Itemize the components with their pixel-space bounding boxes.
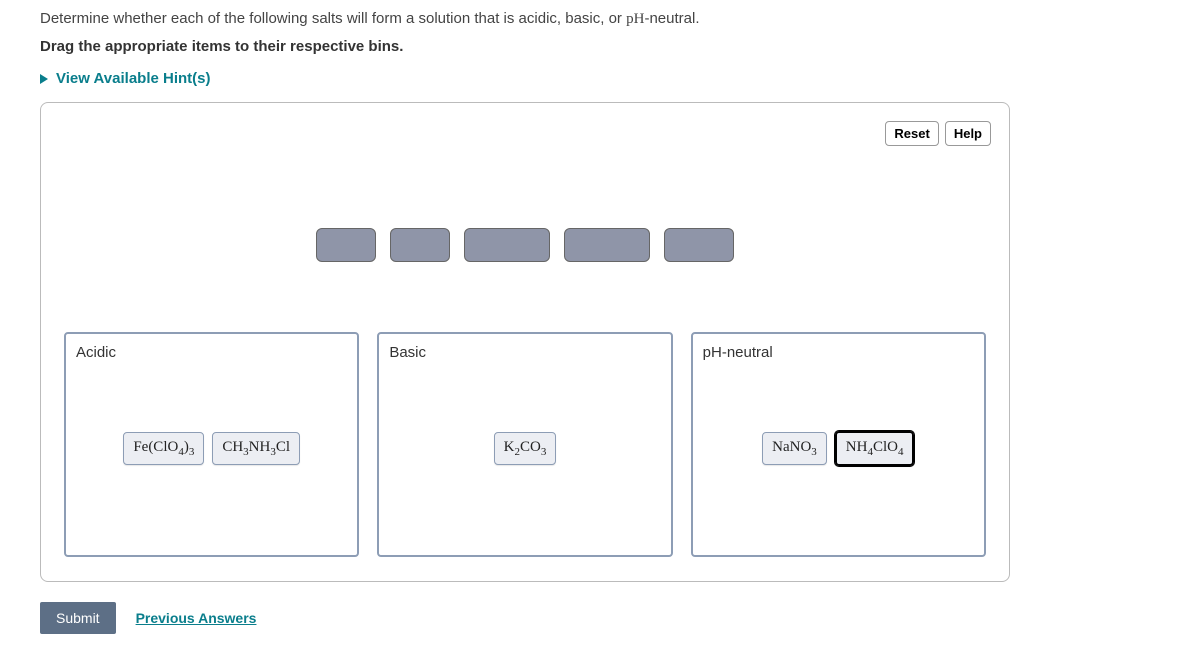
question-after: -neutral. <box>644 10 699 27</box>
source-slots <box>56 228 994 262</box>
question-before: Determine whether each of the following … <box>40 10 626 27</box>
help-button[interactable]: Help <box>945 121 991 146</box>
chip-potassium-carbonate[interactable]: K2CO3 <box>494 432 557 465</box>
ph-term: pH <box>626 11 644 27</box>
hints-label: View Available Hint(s) <box>56 70 211 87</box>
empty-slot[interactable] <box>664 228 734 262</box>
empty-slot[interactable] <box>316 228 376 262</box>
chip-sodium-nitrate[interactable]: NaNO3 <box>762 432 827 465</box>
chip-methylammonium-chloride[interactable]: CH3NH3Cl <box>212 432 300 465</box>
empty-slot[interactable] <box>464 228 550 262</box>
previous-answers-link[interactable]: Previous Answers <box>136 610 257 626</box>
bin-basic-label: Basic <box>389 344 660 361</box>
view-hints-toggle[interactable]: View Available Hint(s) <box>40 70 211 87</box>
bin-acidic-items: Fe(ClO4)3CH3NH3Cl <box>76 371 347 526</box>
chip-iron-perchlorate[interactable]: Fe(ClO4)3 <box>123 432 204 465</box>
triangle-right-icon <box>40 74 48 84</box>
question-text: Determine whether each of the following … <box>40 10 1160 28</box>
instruction-text: Drag the appropriate items to their resp… <box>40 38 1160 55</box>
bin-basic[interactable]: Basic K2CO3 <box>377 332 672 557</box>
chip-ammonium-perchlorate[interactable]: NH4ClO4 <box>835 431 915 466</box>
bin-acidic[interactable]: Acidic Fe(ClO4)3CH3NH3Cl <box>64 332 359 557</box>
bin-neutral[interactable]: pH-neutral NaNO3NH4ClO4 <box>691 332 986 557</box>
empty-slot[interactable] <box>390 228 450 262</box>
bin-acidic-label: Acidic <box>76 344 347 361</box>
bin-neutral-items: NaNO3NH4ClO4 <box>703 371 974 526</box>
submit-button[interactable]: Submit <box>40 602 116 634</box>
empty-slot[interactable] <box>564 228 650 262</box>
drag-workspace: Reset Help Acidic Fe(ClO4)3CH3NH3Cl Basi… <box>40 102 1010 582</box>
reset-button[interactable]: Reset <box>885 121 938 146</box>
bin-basic-items: K2CO3 <box>389 371 660 526</box>
bin-neutral-label: pH-neutral <box>703 344 974 361</box>
